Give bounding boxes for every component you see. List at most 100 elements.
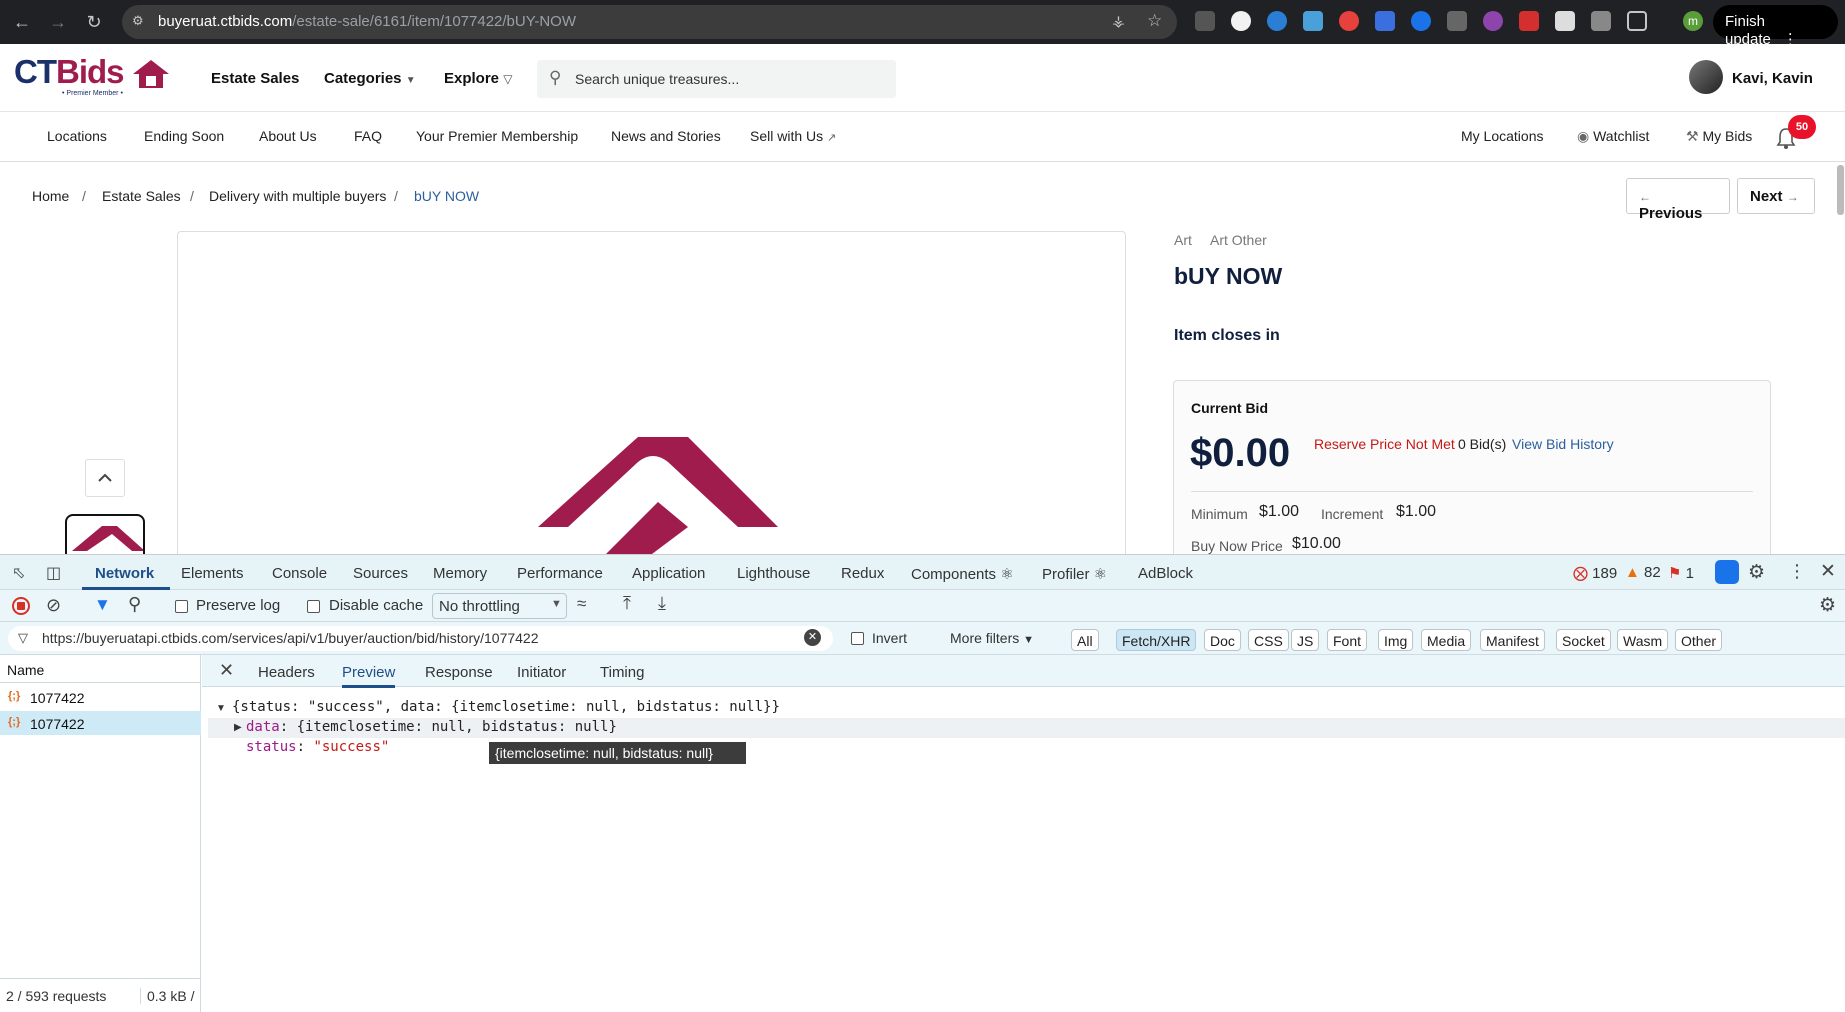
view-bid-history-link[interactable]: View Bid History xyxy=(1512,436,1614,452)
subnav-locations[interactable]: Locations xyxy=(47,128,107,144)
tab-redux[interactable]: Redux xyxy=(841,565,884,582)
tab-profiler[interactable]: Profiler ⚛ xyxy=(1042,565,1107,583)
type-filter-manifest[interactable]: Manifest xyxy=(1480,629,1545,651)
type-filter-fetch-xhr[interactable]: Fetch/XHR xyxy=(1116,629,1197,651)
category-art-other[interactable]: Art Other xyxy=(1210,232,1267,248)
next-button[interactable]: Next → xyxy=(1737,178,1815,214)
extension-icon-1[interactable] xyxy=(1195,11,1215,31)
type-filter-socket[interactable]: Socket xyxy=(1556,629,1611,651)
preview-data-value[interactable]: {itemclosetime: null, bidstatus: null} xyxy=(297,719,617,735)
previous-button[interactable]: ← Previous xyxy=(1626,178,1730,222)
collapse-triangle-icon[interactable]: ▶ xyxy=(234,722,242,733)
extension-icon-9[interactable] xyxy=(1483,11,1503,31)
clear-icon[interactable]: ⊘ xyxy=(46,595,61,616)
devtools-menu-icon[interactable]: ⋮ xyxy=(1788,561,1806,582)
subnav-watchlist[interactable]: ◉ Watchlist xyxy=(1577,128,1649,145)
tab-performance[interactable]: Performance xyxy=(517,565,603,582)
password-key-icon[interactable]: ⚶ xyxy=(1112,12,1125,30)
request-row-selected[interactable]: {;} 1077422 xyxy=(0,711,201,735)
settings-gear-icon[interactable]: ⚙ xyxy=(1748,561,1765,584)
tab-components[interactable]: Components ⚛ xyxy=(911,565,1014,583)
type-filter-img[interactable]: Img xyxy=(1378,629,1414,651)
reload-icon[interactable]: ↻ xyxy=(82,10,106,34)
subtab-timing[interactable]: Timing xyxy=(600,664,644,681)
extension-icon-4[interactable] xyxy=(1303,11,1323,31)
thumbnail-scroll-up-button[interactable] xyxy=(85,459,125,497)
request-row[interactable]: {;} 1077422 xyxy=(0,685,201,709)
ai-assistance-icon[interactable] xyxy=(1715,560,1739,584)
extension-icon-2[interactable] xyxy=(1231,11,1251,31)
import-har-icon[interactable]: ⤒ xyxy=(623,593,631,614)
breadcrumb-estate-sales[interactable]: Estate Sales xyxy=(102,188,181,204)
export-har-icon[interactable]: ⤓ xyxy=(658,593,666,614)
tab-sources[interactable]: Sources xyxy=(353,565,408,582)
user-name[interactable]: Kavi, Kavin xyxy=(1732,70,1813,87)
camera-icon[interactable] xyxy=(1591,11,1611,31)
category-art[interactable]: Art xyxy=(1174,232,1192,248)
extensions-puzzle-icon[interactable] xyxy=(1627,11,1647,31)
address-bar[interactable]: ⚙ buyeruat.ctbids.com/estate-sale/6161/i… xyxy=(122,5,1177,39)
extension-icon-11[interactable] xyxy=(1555,11,1575,31)
subtab-response[interactable]: Response xyxy=(425,664,493,681)
extension-icon-7[interactable] xyxy=(1411,11,1431,31)
subnav-ending-soon[interactable]: Ending Soon xyxy=(144,128,224,144)
ctbids-logo[interactable]: CTBids xyxy=(14,53,125,91)
clear-filter-icon[interactable]: ✕ xyxy=(804,629,821,646)
subnav-sell-with-us[interactable]: Sell with Us ↗ xyxy=(750,128,836,144)
search-input[interactable]: ⚲ Search unique treasures... xyxy=(537,60,896,98)
type-filter-font[interactable]: Font xyxy=(1327,629,1368,651)
extension-icon-10[interactable] xyxy=(1519,11,1539,31)
finish-update-button[interactable]: Finish update ⋮ xyxy=(1713,5,1838,48)
disable-cache-checkbox[interactable] xyxy=(307,600,320,613)
page-scrollbar[interactable] xyxy=(1837,165,1844,215)
type-filter-js[interactable]: JS xyxy=(1291,629,1320,651)
bookmark-star-icon[interactable]: ☆ xyxy=(1147,11,1162,31)
subnav-about-us[interactable]: About Us xyxy=(259,128,317,144)
type-filter-other[interactable]: Other xyxy=(1675,629,1723,651)
subnav-faq[interactable]: FAQ xyxy=(354,128,382,144)
type-filter-css[interactable]: CSS xyxy=(1248,629,1289,651)
filter-icon[interactable]: ▼ xyxy=(94,595,111,615)
tab-lighthouse[interactable]: Lighthouse xyxy=(737,565,810,582)
type-filter-all[interactable]: All xyxy=(1071,629,1099,651)
preview-root-object[interactable]: {status: "success", data: {itemclosetime… xyxy=(232,699,780,715)
device-toolbar-icon[interactable]: ◫ xyxy=(46,563,61,583)
name-column-header[interactable]: Name xyxy=(0,655,201,683)
forward-icon[interactable]: → xyxy=(46,10,70,34)
inspect-element-icon[interactable]: ⬁ xyxy=(12,563,25,583)
nav-explore[interactable]: Explore ▽ xyxy=(444,70,512,87)
more-filters-dropdown[interactable]: More filters ▼ xyxy=(950,630,1034,646)
tab-memory[interactable]: Memory xyxy=(433,565,487,582)
throttling-select[interactable]: No throttling ▼ xyxy=(432,593,567,619)
extension-icon-8[interactable] xyxy=(1447,11,1467,31)
close-detail-icon[interactable]: ✕ xyxy=(219,660,234,681)
error-counter[interactable]: ⨂ 189 xyxy=(1573,564,1617,582)
subnav-my-locations[interactable]: My Locations xyxy=(1461,128,1543,144)
subnav-premier-membership[interactable]: Your Premier Membership xyxy=(416,128,578,144)
extension-icon-5[interactable] xyxy=(1339,11,1359,31)
invert-checkbox[interactable] xyxy=(851,632,864,645)
subtab-preview[interactable]: Preview xyxy=(342,664,396,688)
breadcrumb-home[interactable]: Home xyxy=(32,188,69,204)
type-filter-doc[interactable]: Doc xyxy=(1204,629,1241,651)
back-icon[interactable]: ← xyxy=(10,10,34,34)
tab-elements[interactable]: Elements xyxy=(181,565,244,582)
network-conditions-icon[interactable]: ≈ xyxy=(577,594,586,614)
issues-counter[interactable]: ⚑ 1 xyxy=(1668,564,1694,582)
tab-adblock[interactable]: AdBlock xyxy=(1138,565,1193,582)
network-filter-input[interactable]: ▽ https://buyeruatapi.ctbids.com/service… xyxy=(8,626,833,651)
subnav-news-stories[interactable]: News and Stories xyxy=(611,128,721,144)
subtab-headers[interactable]: Headers xyxy=(258,664,315,681)
user-avatar[interactable] xyxy=(1689,60,1723,94)
tab-console[interactable]: Console xyxy=(272,565,327,582)
network-settings-icon[interactable]: ⚙ xyxy=(1819,594,1836,617)
tab-application[interactable]: Application xyxy=(632,565,705,582)
warning-counter[interactable]: ▲ 82 xyxy=(1625,564,1661,581)
breadcrumb-sale[interactable]: Delivery with multiple buyers xyxy=(209,188,386,204)
site-settings-icon[interactable]: ⚙ xyxy=(132,13,150,31)
close-devtools-icon[interactable]: ✕ xyxy=(1820,560,1836,583)
item-main-image[interactable] xyxy=(177,231,1126,561)
subtab-initiator[interactable]: Initiator xyxy=(517,664,566,681)
nav-estate-sales[interactable]: Estate Sales xyxy=(211,70,299,87)
extension-icon-6[interactable] xyxy=(1375,11,1395,31)
